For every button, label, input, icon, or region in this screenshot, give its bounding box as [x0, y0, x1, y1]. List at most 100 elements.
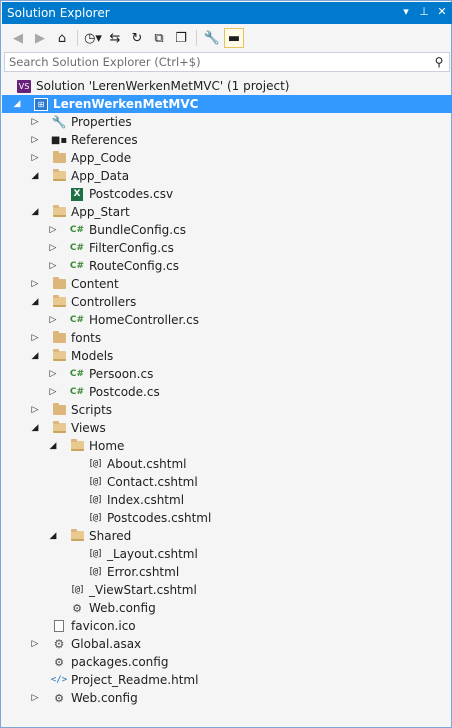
preview-icon[interactable]: ▬: [224, 28, 244, 48]
expand-arrow-icon[interactable]: ▷: [48, 311, 58, 329]
references-icon: ■▪: [50, 134, 68, 146]
tree-item-label: Solution 'LerenWerkenMetMVC' (1 project): [36, 79, 290, 93]
tree-item[interactable]: ▷ ⚙ Web.config: [2, 689, 452, 707]
tree-item[interactable]: [@] Index.cshtml: [2, 491, 452, 509]
home-icon[interactable]: ⌂: [52, 28, 72, 48]
expand-arrow-icon[interactable]: ▷: [30, 635, 40, 653]
search-input[interactable]: [9, 55, 429, 69]
tree-item[interactable]: ⚙ Web.config: [2, 599, 452, 617]
show-all-files-icon[interactable]: ❐: [171, 28, 191, 48]
tree-item-label: Shared: [89, 529, 132, 543]
tree-item-label: About.cshtml: [107, 457, 187, 471]
tree-item[interactable]: ▷ C# RouteConfig.cs: [2, 257, 452, 275]
tree-item[interactable]: ▷ C# BundleConfig.cs: [2, 221, 452, 239]
tree-item[interactable]: ▷ 🔧 Properties: [2, 113, 452, 131]
tree-item-label: Web.config: [71, 691, 138, 705]
collapse-arrow-icon[interactable]: ◢: [48, 437, 58, 455]
web-project-icon: ⊞: [33, 96, 49, 112]
tree-item[interactable]: ▷ Scripts: [2, 401, 452, 419]
toolbar-separator: [196, 30, 197, 46]
tree-item[interactable]: [@] Contact.cshtml: [2, 473, 452, 491]
razor-file-icon: [@]: [70, 585, 84, 595]
tree-item[interactable]: VS Solution 'LerenWerkenMetMVC' (1 projec…: [2, 77, 452, 95]
collapse-arrow-icon[interactable]: ◢: [30, 347, 40, 365]
collapse-arrow-icon[interactable]: ◢: [12, 95, 22, 113]
expand-arrow-icon[interactable]: ▷: [30, 275, 40, 293]
tree-item[interactable]: ◢ Models: [2, 347, 452, 365]
expand-arrow-icon[interactable]: ▷: [30, 113, 40, 131]
expand-arrow-icon[interactable]: ▷: [48, 257, 58, 275]
folder-open-icon: [51, 168, 67, 184]
collapse-arrow-icon[interactable]: ◢: [30, 167, 40, 185]
expand-arrow-icon[interactable]: ▷: [48, 383, 58, 401]
close-icon[interactable]: ✕: [436, 5, 448, 19]
razor-file-icon: [@]: [88, 567, 102, 577]
tree-item[interactable]: ◢ App_Start: [2, 203, 452, 221]
collapse-arrow-icon[interactable]: ◢: [30, 293, 40, 311]
tree-item[interactable]: [@] About.cshtml: [2, 455, 452, 473]
tree-item[interactable]: ◢ App_Data: [2, 167, 452, 185]
folder-open-icon: [69, 528, 85, 544]
folder-icon: [51, 330, 67, 346]
tree-item[interactable]: ◢ Views: [2, 419, 452, 437]
tree-item[interactable]: [@] Error.cshtml: [2, 563, 452, 581]
expand-arrow-icon[interactable]: ▷: [30, 401, 40, 419]
tree-item-label: Persoon.cs: [89, 367, 154, 381]
tree-item[interactable]: ▷ C# FilterConfig.cs: [2, 239, 452, 257]
properties-icon[interactable]: 🔧: [202, 28, 222, 48]
tree-item-label: Contact.cshtml: [107, 475, 198, 489]
collapse-arrow-icon[interactable]: ◢: [30, 203, 40, 221]
window-position-dropdown-icon[interactable]: ▾: [400, 5, 412, 19]
tree-item[interactable]: favicon.ico: [2, 617, 452, 635]
tree-item-label: App_Data: [71, 169, 130, 183]
expand-arrow-icon[interactable]: ▷: [30, 329, 40, 347]
tree-item[interactable]: ▷ fonts: [2, 329, 452, 347]
tree-item[interactable]: [@] _ViewStart.cshtml: [2, 581, 452, 599]
expand-arrow-icon[interactable]: ▷: [48, 239, 58, 257]
tree-item[interactable]: ◢ ⊞ LerenWerkenMetMVC: [2, 95, 452, 113]
sync-icon[interactable]: ⇆: [105, 28, 125, 48]
search-box[interactable]: ⚲: [4, 52, 450, 72]
history-icon[interactable]: ◷▾: [83, 28, 103, 48]
tree-item[interactable]: ▷ App_Code: [2, 149, 452, 167]
tree-item[interactable]: ◢ Shared: [2, 527, 452, 545]
tree-item-label: References: [71, 133, 138, 147]
tree-item[interactable]: ▷ Content: [2, 275, 452, 293]
tree-item[interactable]: ◢ Home: [2, 437, 452, 455]
tree-item[interactable]: ▷ C# Persoon.cs: [2, 365, 452, 383]
folder-open-icon: [51, 420, 67, 436]
tree-item[interactable]: ▷ ■▪ References: [2, 131, 452, 149]
tree-item-label: App_Code: [71, 151, 132, 165]
asax-file-icon: ⚙: [53, 637, 65, 651]
tree-item[interactable]: ◢ Controllers: [2, 293, 452, 311]
collapse-all-icon[interactable]: ⧉: [149, 28, 169, 48]
refresh-icon[interactable]: ↻: [127, 28, 147, 48]
expand-arrow-icon[interactable]: ▷: [48, 221, 58, 239]
tree-item[interactable]: X Postcodes.csv: [2, 185, 452, 203]
collapse-arrow-icon[interactable]: ◢: [30, 419, 40, 437]
solution-explorer-window: Solution Explorer ▾ ⊥ ✕ ◀▶⌂◷▾⇆↻⧉❐🔧▬ ⚲ VS…: [0, 0, 452, 728]
tree-item[interactable]: ▷ C# Postcode.cs: [2, 383, 452, 401]
expand-arrow-icon[interactable]: ▷: [30, 131, 40, 149]
collapse-arrow-icon[interactable]: ◢: [48, 527, 58, 545]
tree-item[interactable]: [@] Postcodes.cshtml: [2, 509, 452, 527]
auto-hide-pin-icon[interactable]: ⊥: [418, 5, 430, 19]
expand-arrow-icon[interactable]: ▷: [48, 365, 58, 383]
back-icon[interactable]: ◀: [8, 28, 28, 48]
expand-arrow-icon[interactable]: ▷: [30, 149, 40, 167]
tree-item[interactable]: ⚙ packages.config: [2, 653, 452, 671]
tree-item-label: Global.asax: [71, 637, 142, 651]
tree-item[interactable]: </> Project_Readme.html: [2, 671, 452, 689]
csharp-file-icon: C#: [69, 369, 85, 379]
expand-arrow-icon[interactable]: ▷: [30, 689, 40, 707]
ico-file-icon: [51, 618, 67, 634]
folder-icon: [51, 150, 67, 166]
tree-item-label: Index.cshtml: [107, 493, 185, 507]
tree-item[interactable]: ▷ C# HomeController.cs: [2, 311, 452, 329]
forward-icon[interactable]: ▶: [30, 28, 50, 48]
tree-item[interactable]: ▷ ⚙ Global.asax: [2, 635, 452, 653]
tree-item[interactable]: [@] _Layout.cshtml: [2, 545, 452, 563]
tree-item-label: RouteConfig.cs: [89, 259, 179, 273]
search-icon[interactable]: ⚲: [429, 55, 449, 69]
folder-open-icon: [51, 294, 67, 310]
